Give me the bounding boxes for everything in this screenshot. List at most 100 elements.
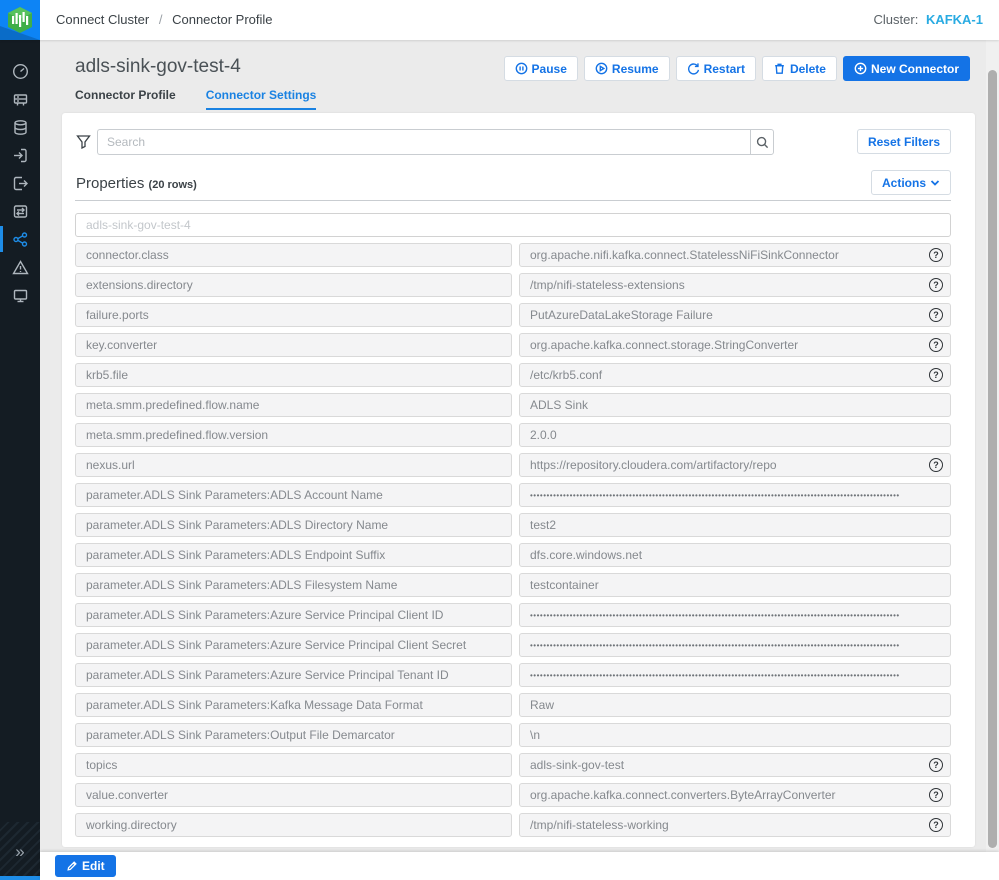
- sidebar-item-consumers[interactable]: [0, 169, 40, 197]
- property-key-field[interactable]: topics: [75, 753, 512, 777]
- sidebar-item-topics[interactable]: [0, 113, 40, 141]
- warning-triangle-icon: [11, 259, 29, 274]
- property-value-field[interactable]: org.apache.kafka.connect.storage.StringC…: [519, 333, 951, 357]
- property-key-field[interactable]: nexus.url: [75, 453, 512, 477]
- help-icon[interactable]: ?: [929, 308, 943, 322]
- database-icon: [13, 119, 27, 135]
- search-input[interactable]: [97, 129, 750, 155]
- sidebar: »: [0, 40, 40, 880]
- property-row: connector.class org.apache.nifi.kafka.co…: [75, 243, 951, 267]
- pause-button[interactable]: Pause: [503, 56, 578, 81]
- filter-icon[interactable]: [76, 134, 91, 149]
- property-value-field[interactable]: PutAzureDataLakeStorage Failure?: [519, 303, 951, 327]
- property-value-field[interactable]: /etc/krb5.conf?: [519, 363, 951, 387]
- sidebar-bottom-stripes: »: [0, 822, 40, 880]
- property-value-field[interactable]: ADLS Sink: [519, 393, 951, 417]
- actions-dropdown-button[interactable]: Actions: [870, 170, 951, 195]
- sidebar-item-producers[interactable]: [0, 141, 40, 169]
- property-value-field[interactable]: ••••••••••••••••••••••••••••••••••••••••…: [519, 603, 951, 627]
- property-key-field[interactable]: parameter.ADLS Sink Parameters:ADLS Endp…: [75, 543, 512, 567]
- help-icon[interactable]: ?: [929, 278, 943, 292]
- arrow-out-icon: [13, 176, 28, 190]
- property-row: failure.ports PutAzureDataLakeStorage Fa…: [75, 303, 951, 327]
- search-icon: [756, 136, 768, 148]
- connector-name-input[interactable]: [75, 213, 951, 237]
- help-icon[interactable]: ?: [929, 338, 943, 352]
- property-key-field[interactable]: extensions.directory: [75, 273, 512, 297]
- properties-list: connector.class org.apache.nifi.kafka.co…: [75, 213, 951, 837]
- help-icon[interactable]: ?: [929, 248, 943, 262]
- property-key-field[interactable]: value.converter: [75, 783, 512, 807]
- property-key-field[interactable]: key.converter: [75, 333, 512, 357]
- arrow-in-icon: [13, 148, 27, 162]
- sidebar-item-brokers[interactable]: [0, 85, 40, 113]
- property-key-field[interactable]: parameter.ADLS Sink Parameters:Kafka Mes…: [75, 693, 512, 717]
- tab-connector-profile[interactable]: Connector Profile: [75, 88, 176, 110]
- property-value-field[interactable]: https://repository.cloudera.com/artifact…: [519, 453, 951, 477]
- property-row: parameter.ADLS Sink Parameters:ADLS Endp…: [75, 543, 951, 567]
- sidebar-item-connect[interactable]: [0, 225, 40, 253]
- property-row: parameter.ADLS Sink Parameters:ADLS Acco…: [75, 483, 951, 507]
- property-value-field[interactable]: /tmp/nifi-stateless-extensions?: [519, 273, 951, 297]
- property-key-field[interactable]: meta.smm.predefined.flow.version: [75, 423, 512, 447]
- property-value-field[interactable]: adls-sink-gov-test?: [519, 753, 951, 777]
- search-button[interactable]: [750, 129, 774, 155]
- breadcrumb-connector-profile[interactable]: Connector Profile: [172, 12, 272, 27]
- property-value-field[interactable]: ••••••••••••••••••••••••••••••••••••••••…: [519, 483, 951, 507]
- property-key-field[interactable]: parameter.ADLS Sink Parameters:Azure Ser…: [75, 663, 512, 687]
- property-key-field[interactable]: parameter.ADLS Sink Parameters:ADLS Dire…: [75, 513, 512, 537]
- property-key-field[interactable]: connector.class: [75, 243, 512, 267]
- property-value-field[interactable]: /tmp/nifi-stateless-working?: [519, 813, 951, 837]
- property-value-field[interactable]: org.apache.nifi.kafka.connect.StatelessN…: [519, 243, 951, 267]
- sidebar-item-alerts[interactable]: [0, 253, 40, 281]
- property-value-field[interactable]: test2: [519, 513, 951, 537]
- sidebar-nav: [0, 57, 40, 309]
- tab-connector-settings[interactable]: Connector Settings: [205, 88, 317, 110]
- delete-button[interactable]: Delete: [761, 56, 837, 81]
- property-row: nexus.url https://repository.cloudera.co…: [75, 453, 951, 477]
- property-key-field[interactable]: failure.ports: [75, 303, 512, 327]
- property-value-field[interactable]: testcontainer: [519, 573, 951, 597]
- property-row: parameter.ADLS Sink Parameters:Kafka Mes…: [75, 693, 951, 717]
- property-key-field[interactable]: meta.smm.predefined.flow.name: [75, 393, 512, 417]
- pencil-icon: [67, 861, 77, 871]
- cluster-name-link[interactable]: KAFKA-1: [926, 12, 983, 27]
- help-icon[interactable]: ?: [929, 758, 943, 772]
- property-value-field[interactable]: org.apache.kafka.connect.converters.Byte…: [519, 783, 951, 807]
- page-title: adls-sink-gov-test-4: [75, 56, 241, 77]
- help-icon[interactable]: ?: [929, 788, 943, 802]
- property-key-field[interactable]: parameter.ADLS Sink Parameters:ADLS File…: [75, 573, 512, 597]
- help-icon[interactable]: ?: [929, 818, 943, 832]
- scrollbar-track[interactable]: [986, 40, 999, 880]
- property-key-field[interactable]: parameter.ADLS Sink Parameters:Azure Ser…: [75, 603, 512, 627]
- sidebar-item-replications[interactable]: [0, 197, 40, 225]
- scrollbar-thumb[interactable]: [988, 70, 997, 848]
- chevron-down-icon: [930, 179, 940, 186]
- smm-logo[interactable]: [0, 0, 40, 40]
- property-value-field[interactable]: ••••••••••••••••••••••••••••••••••••••••…: [519, 633, 951, 657]
- property-value-field[interactable]: dfs.core.windows.net: [519, 543, 951, 567]
- new-connector-button[interactable]: New Connector: [842, 56, 970, 81]
- sidebar-item-monitoring[interactable]: [0, 281, 40, 309]
- edit-button[interactable]: Edit: [55, 855, 116, 877]
- smm-logo-icon: [8, 7, 32, 33]
- property-value-field[interactable]: \n: [519, 723, 951, 747]
- property-key-field[interactable]: parameter.ADLS Sink Parameters:Azure Ser…: [75, 633, 512, 657]
- sidebar-expand-button[interactable]: »: [0, 842, 40, 862]
- help-icon[interactable]: ?: [929, 368, 943, 382]
- property-key-field[interactable]: parameter.ADLS Sink Parameters:ADLS Acco…: [75, 483, 512, 507]
- help-icon[interactable]: ?: [929, 458, 943, 472]
- property-value-field[interactable]: Raw: [519, 693, 951, 717]
- sidebar-item-overview[interactable]: [0, 57, 40, 85]
- resume-button[interactable]: Resume: [583, 56, 670, 81]
- breadcrumb-connect-cluster[interactable]: Connect Cluster: [56, 12, 149, 27]
- property-key-field[interactable]: parameter.ADLS Sink Parameters:Output Fi…: [75, 723, 512, 747]
- property-key-field[interactable]: working.directory: [75, 813, 512, 837]
- restart-button[interactable]: Restart: [675, 56, 756, 81]
- property-key-field[interactable]: krb5.file: [75, 363, 512, 387]
- property-row: extensions.directory /tmp/nifi-stateless…: [75, 273, 951, 297]
- property-value-field[interactable]: ••••••••••••••••••••••••••••••••••••••••…: [519, 663, 951, 687]
- property-value-field[interactable]: 2.0.0: [519, 423, 951, 447]
- exchange-box-icon: [13, 204, 27, 218]
- reset-filters-button[interactable]: Reset Filters: [856, 129, 951, 154]
